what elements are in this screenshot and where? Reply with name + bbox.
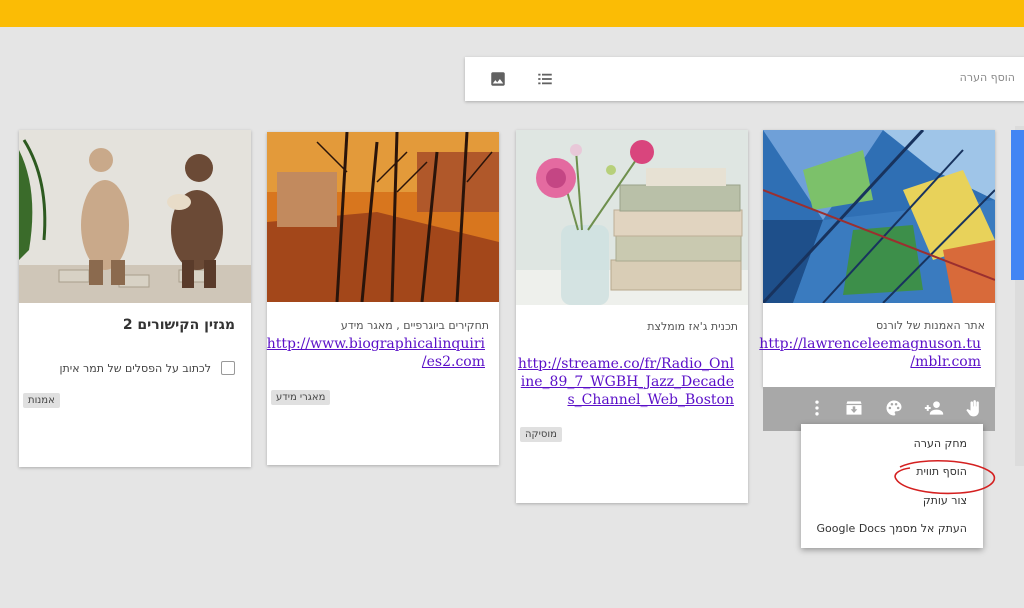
add-person-icon[interactable] xyxy=(924,398,944,418)
note-card-lawrence[interactable]: אתר האמנות של לורנס http://lawrenceleema… xyxy=(759,130,995,431)
app-header-bar xyxy=(0,0,1024,27)
partial-card-accent xyxy=(1011,130,1024,280)
note-link[interactable]: http://lawrenceleemagnuson.tu /mblr.com xyxy=(759,335,981,371)
note-image-books-flowers xyxy=(516,130,748,305)
note-image-painting xyxy=(763,130,995,303)
archive-icon[interactable] xyxy=(844,398,864,418)
checklist-item[interactable]: לכתוב על הפסלים של תמר איתן xyxy=(60,360,235,376)
note-link-line[interactable]: ine_89_7_WGBH_Jazz_Decade xyxy=(518,373,734,391)
note-card-jazz[interactable]: תכנית ג'אז מומלצת http://streame.co/fr/R… xyxy=(516,130,748,503)
note-label-chip[interactable]: אמנות xyxy=(23,393,60,408)
more-vert-icon[interactable] xyxy=(807,398,827,418)
note-label-chip[interactable]: מוסיקה xyxy=(520,427,562,442)
note-title: תחקירים ביוגרפיים , מאגר מידע xyxy=(340,319,489,332)
note-label-chip[interactable]: מאגרי מידע xyxy=(271,390,331,405)
image-icon[interactable] xyxy=(489,70,507,88)
note-link-line[interactable]: /mblr.com xyxy=(759,353,981,371)
menu-item-delete-note[interactable]: מחק הערה xyxy=(914,437,967,450)
note-image-autumn-trees xyxy=(267,132,499,302)
take-note-composer[interactable]: הוסף הערה xyxy=(465,57,1024,101)
touch-icon[interactable] xyxy=(963,398,983,418)
note-title: תכנית ג'אז מומלצת xyxy=(647,320,738,333)
note-title: אתר האמנות של לורנס xyxy=(876,319,985,332)
note-link[interactable]: http://www.biographicalinquiri /es2.com xyxy=(267,335,485,371)
note-link[interactable]: http://streame.co/fr/Radio_Onl ine_89_7_… xyxy=(518,355,734,409)
list-icon[interactable] xyxy=(536,70,554,88)
checklist-text[interactable]: לכתוב על הפסלים של תמר איתן xyxy=(60,362,211,375)
note-link-line[interactable]: http://lawrenceleemagnuson.tu xyxy=(759,335,981,353)
note-card-magazine[interactable]: מגזין הקישורים 2 לכתוב על הפסלים של תמר … xyxy=(19,130,251,467)
palette-icon[interactable] xyxy=(884,398,904,418)
note-link-line[interactable]: http://streame.co/fr/Radio_Onl xyxy=(518,355,734,373)
note-card-bio[interactable]: תחקירים ביוגרפיים , מאגר מידע http://www… xyxy=(267,132,499,465)
note-image-sculptures xyxy=(19,130,251,303)
annotation-circle xyxy=(894,459,996,495)
note-heading: מגזין הקישורים 2 xyxy=(122,317,235,333)
menu-item-copy-to-google-docs[interactable]: העתק אל מסמך Google Docs xyxy=(817,522,967,535)
note-link-line[interactable]: http://www.biographicalinquiri xyxy=(267,335,485,353)
note-link-line[interactable]: s_Channel_Web_Boston xyxy=(518,391,734,409)
take-note-placeholder[interactable]: הוסף הערה xyxy=(960,71,1015,84)
checklist-checkbox[interactable] xyxy=(221,361,235,375)
note-link-line[interactable]: /es2.com xyxy=(267,353,485,371)
